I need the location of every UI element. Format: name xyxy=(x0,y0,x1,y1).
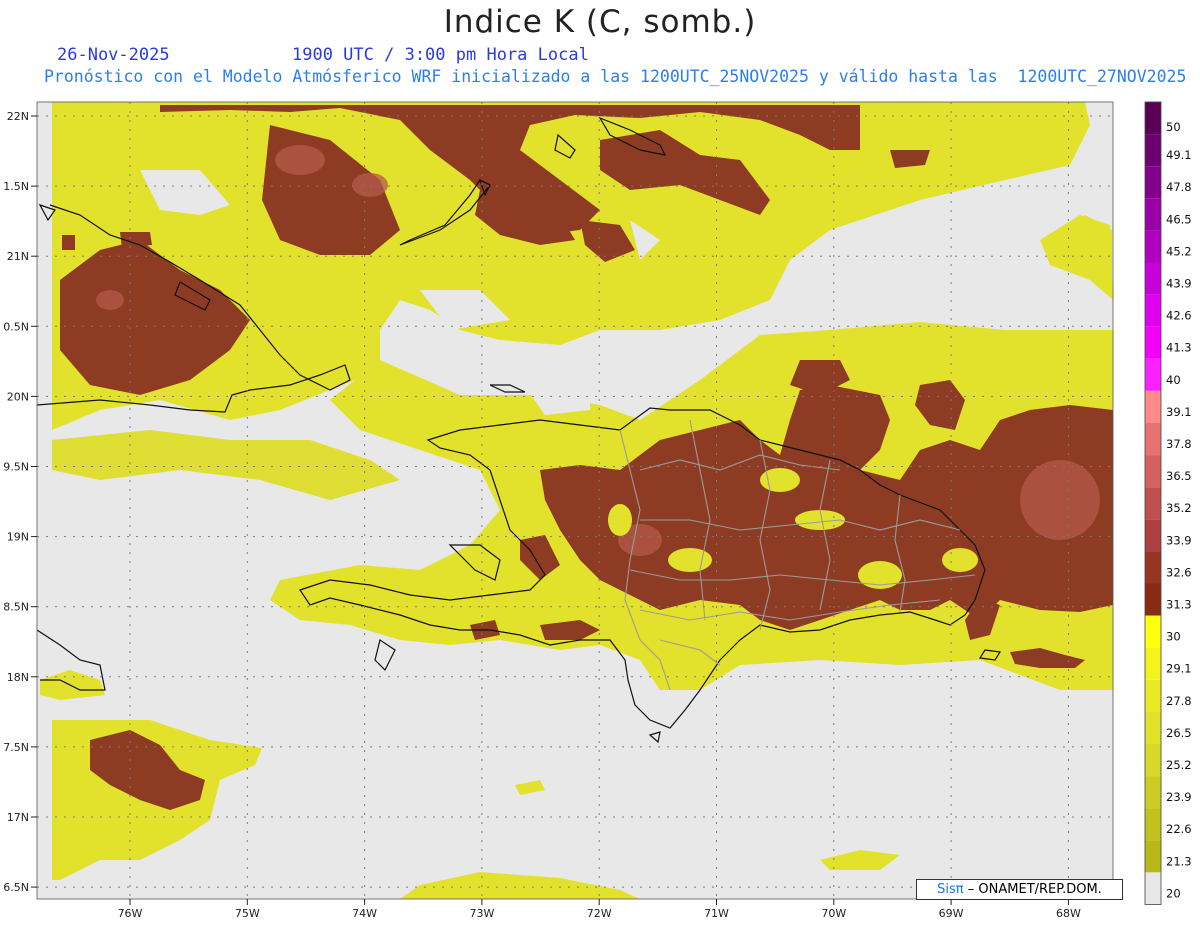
lon-label: 68W xyxy=(1056,907,1081,920)
lon-label: 73W xyxy=(469,907,494,920)
colorbar-label: 42.6 xyxy=(1166,309,1192,323)
colorbar-swatch xyxy=(1145,744,1161,777)
colorbar-label: 23.9 xyxy=(1166,790,1192,804)
colorbar-swatch xyxy=(1145,647,1161,680)
colorbar-label: 32.6 xyxy=(1166,565,1192,579)
colorbar-label: 46.5 xyxy=(1166,212,1192,226)
colorbar-label: 20 xyxy=(1166,886,1181,900)
colorbar-swatch xyxy=(1145,390,1161,423)
colorbar-swatch xyxy=(1145,423,1161,456)
colorbar-label: 36.5 xyxy=(1166,469,1192,483)
lat-label: 20N xyxy=(7,390,29,403)
credit-box: Sisπ – ONAMET/REP.DOM. xyxy=(916,879,1123,900)
colorbar-label: 41.3 xyxy=(1166,341,1192,355)
colorbar-label: 49.1 xyxy=(1166,148,1192,162)
colorbar-label: 40 xyxy=(1166,373,1181,387)
colorbar-swatch xyxy=(1145,711,1161,744)
colorbar-swatch xyxy=(1145,487,1161,520)
colorbar-label: 22.6 xyxy=(1166,822,1192,836)
colorbar-swatch xyxy=(1145,455,1161,488)
colorbar-swatch xyxy=(1145,551,1161,584)
colorbar-label: 29.1 xyxy=(1166,662,1192,676)
colorbar-label: 37.8 xyxy=(1166,437,1192,451)
lat-label: 22N xyxy=(7,110,29,123)
lon-label: 74W xyxy=(352,907,377,920)
colorbar-label: 39.1 xyxy=(1166,405,1192,419)
lat-label: 0.5N xyxy=(3,320,29,333)
colorbar-label: 50 xyxy=(1166,120,1181,134)
colorbar: 50 49.1 47.8 46.5 45.2 43.9 42.6 41.3 40 39.1 37.8… xyxy=(1144,101,1192,905)
lat-label: 9.5N xyxy=(3,461,29,474)
longitude-labels: 76W 75W 74W 73W 72W 71W 70W 69W 68W xyxy=(118,899,1081,920)
colorbar-swatch xyxy=(1145,840,1161,873)
lat-label: 6.5N xyxy=(3,881,29,894)
colorbar-swatch xyxy=(1145,358,1161,391)
colorbar-label: 33.9 xyxy=(1166,533,1192,547)
colorbar-label: 21.3 xyxy=(1166,854,1192,868)
colorbar-label: 45.2 xyxy=(1166,244,1192,258)
lat-label: 7.5N xyxy=(3,741,29,754)
colorbar-swatch xyxy=(1145,262,1161,295)
lon-label: 72W xyxy=(587,907,612,920)
colorbar-swatch xyxy=(1145,166,1161,199)
lon-label: 76W xyxy=(118,907,143,920)
sispi-logo: Sisπ xyxy=(937,882,964,897)
colorbar-swatch xyxy=(1145,583,1161,616)
lat-label: 18N xyxy=(7,671,29,684)
colorbar-label: 43.9 xyxy=(1166,277,1192,291)
lat-label: 21N xyxy=(7,250,29,263)
colorbar-swatch xyxy=(1145,808,1161,841)
colorbar-swatch xyxy=(1145,519,1161,552)
colorbar-label: 30 xyxy=(1166,630,1181,644)
colorbar-swatch xyxy=(1145,198,1161,231)
lat-label: 8.5N xyxy=(3,601,29,614)
latitude-labels: 22N 1.5N 21N 0.5N 20N 9.5N 19N 8.5N 18N 7.5N 17N 6.… xyxy=(3,110,37,894)
lon-label: 71W xyxy=(704,907,729,920)
colorbar-label: 25.2 xyxy=(1166,758,1192,772)
colorbar-swatch xyxy=(1145,134,1161,167)
colorbar-swatch xyxy=(1145,872,1161,905)
colorbar-swatch xyxy=(1145,326,1161,359)
credit-text: – ONAMET/REP.DOM. xyxy=(967,882,1102,897)
lon-label: 69W xyxy=(939,907,964,920)
colorbar-label: 27.8 xyxy=(1166,694,1192,708)
lat-label: 19N xyxy=(7,531,29,544)
colorbar-label: 31.3 xyxy=(1166,598,1192,612)
colorbar-swatch xyxy=(1145,294,1161,327)
weather-map: 22N 1.5N 21N 0.5N 20N 9.5N 19N 8.5N 18N 7.5N 17N 6.… xyxy=(3,101,1192,920)
colorbar-swatch xyxy=(1145,102,1161,135)
lat-label: 1.5N xyxy=(3,180,29,193)
lon-label: 75W xyxy=(235,907,260,920)
lat-label: 17N xyxy=(7,811,29,824)
colorbar-swatch xyxy=(1145,679,1161,712)
lon-label: 70W xyxy=(821,907,846,920)
colorbar-label: 35.2 xyxy=(1166,501,1192,515)
colorbar-swatch xyxy=(1145,230,1161,263)
colorbar-swatch xyxy=(1145,615,1161,648)
colorbar-label: 47.8 xyxy=(1166,180,1192,194)
colorbar-swatch xyxy=(1145,776,1161,809)
colorbar-label: 26.5 xyxy=(1166,726,1192,740)
